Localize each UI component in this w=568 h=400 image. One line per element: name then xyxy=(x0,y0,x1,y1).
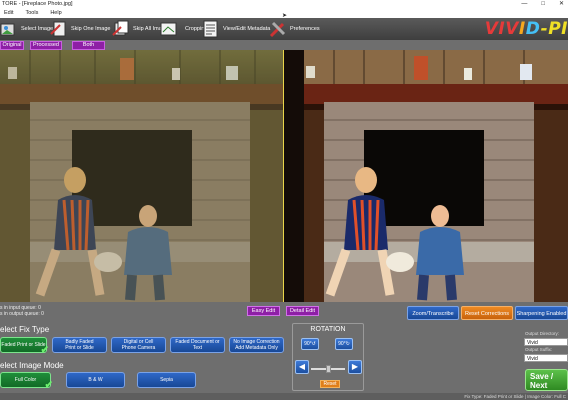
cropping-button[interactable]: Cropping xyxy=(160,19,207,39)
detail-edit-button[interactable]: Detail Edit xyxy=(286,306,319,316)
output-suffix-label: Output Suffix: xyxy=(525,347,553,352)
view-processed-button[interactable]: Processed xyxy=(30,41,62,50)
fix-badly-faded-button[interactable]: Badly Faded Print or Slide xyxy=(52,337,107,353)
metadata-icon xyxy=(203,20,218,38)
image-mode-heading: elect Image Mode xyxy=(0,361,64,370)
zoom-transcribe-button[interactable]: Zoom/Transcribe xyxy=(407,306,459,320)
maximize-button[interactable]: □ xyxy=(541,0,545,9)
check-icon: ✔ xyxy=(44,380,53,391)
reset-corrections-button[interactable]: Reset Corrections xyxy=(461,306,513,320)
status-bar: Fix Type: Faded Print or Slide | Image C… xyxy=(0,393,568,400)
rotation-title: ROTATION xyxy=(310,326,346,333)
menu-edit[interactable]: Edit xyxy=(4,9,13,18)
output-directory-field[interactable]: Vivid xyxy=(524,338,568,346)
rotate-left-arrow-button[interactable]: ◀ xyxy=(295,360,309,374)
output-queue-count: s in output queue: 0 xyxy=(0,311,44,317)
fix-document-button[interactable]: Faded Document or Text xyxy=(170,337,225,353)
output-suffix-field[interactable]: Vivid xyxy=(524,354,568,362)
processed-photo xyxy=(284,50,568,302)
original-photo xyxy=(0,50,292,302)
fix-type-heading: elect Fix Type xyxy=(0,325,50,334)
crop-icon xyxy=(160,22,177,36)
minimize-button[interactable]: — xyxy=(521,0,527,9)
sharpening-button[interactable]: Sharpening Enabled xyxy=(515,306,568,320)
skip-one-icon xyxy=(50,21,66,37)
mode-sepia-button[interactable]: Sepia xyxy=(137,372,196,388)
toolbar: Select Image(s) Skip One Image Skip All … xyxy=(0,18,568,40)
save-next-button[interactable]: Save / Next xyxy=(525,369,568,391)
rotate-cw-icon: ↻ xyxy=(345,341,350,347)
rotation-reset-button[interactable]: Reset xyxy=(320,380,340,388)
fix-faded-print-button[interactable]: Faded Print or Slide ✔ xyxy=(0,337,49,356)
view-both-button[interactable]: Both xyxy=(72,41,105,50)
close-button[interactable]: ✕ xyxy=(559,0,564,9)
skip-all-icon xyxy=(112,20,129,36)
tools-icon xyxy=(269,21,286,38)
window-title: TORE - [Fireplace Photo.jpg] xyxy=(2,1,73,7)
easy-edit-button[interactable]: Easy Edit xyxy=(247,306,280,316)
rotate-right-arrow-button[interactable]: ▶ xyxy=(348,360,362,374)
menu-help[interactable]: Help xyxy=(50,9,61,18)
preferences-label: Preferences xyxy=(290,26,320,32)
skip-one-button[interactable]: Skip One Image xyxy=(50,19,110,39)
view-toggle-bar: Original Processed Both xyxy=(0,40,568,50)
check-icon: ✔ xyxy=(40,345,49,356)
preferences-button[interactable]: Preferences xyxy=(269,19,320,39)
slider-knob[interactable] xyxy=(325,365,331,373)
skip-one-label: Skip One Image xyxy=(71,26,111,32)
fix-digital-camera-button[interactable]: Digital or Cell Phone Camera xyxy=(111,337,166,353)
mode-bw-button[interactable]: B & W xyxy=(66,372,125,388)
vivid-pix-logo: VIVID-PI xyxy=(484,19,568,39)
mode-full-color-button[interactable]: Full Color ✔ xyxy=(0,372,53,391)
fine-rotation-slider[interactable] xyxy=(311,365,345,373)
metadata-label: View/Edit Metadata xyxy=(223,26,271,32)
output-directory-label: Output Directory: xyxy=(525,331,560,336)
queue-info: s in input queue: 0 s in output queue: 0 xyxy=(0,305,44,317)
rotation-panel: ROTATION 90°↺ 90°↻ ◀ ▶ Reset xyxy=(292,323,364,391)
view-original-button[interactable]: Original xyxy=(0,41,24,50)
rotate-ccw-icon: ↺ xyxy=(311,341,316,347)
status-text: Fix Type: Faded Print or Slide | Image C… xyxy=(464,394,566,399)
rotate-cw-button[interactable]: 90°↻ xyxy=(335,338,353,350)
processed-photo-panel xyxy=(284,50,568,302)
metadata-button[interactable]: View/Edit Metadata xyxy=(202,19,270,39)
menu-tools[interactable]: Tools xyxy=(25,9,38,18)
original-photo-panel xyxy=(0,50,292,302)
fix-no-correction-button[interactable]: No Image Correction Add Metadata Only xyxy=(229,337,284,353)
select-images-icon xyxy=(0,23,15,36)
title-bar: TORE - [Fireplace Photo.jpg] — □ ✕ xyxy=(0,0,568,9)
rotate-ccw-button[interactable]: 90°↺ xyxy=(301,338,319,350)
zoom-label: Zoom/Transcribe xyxy=(412,311,454,317)
